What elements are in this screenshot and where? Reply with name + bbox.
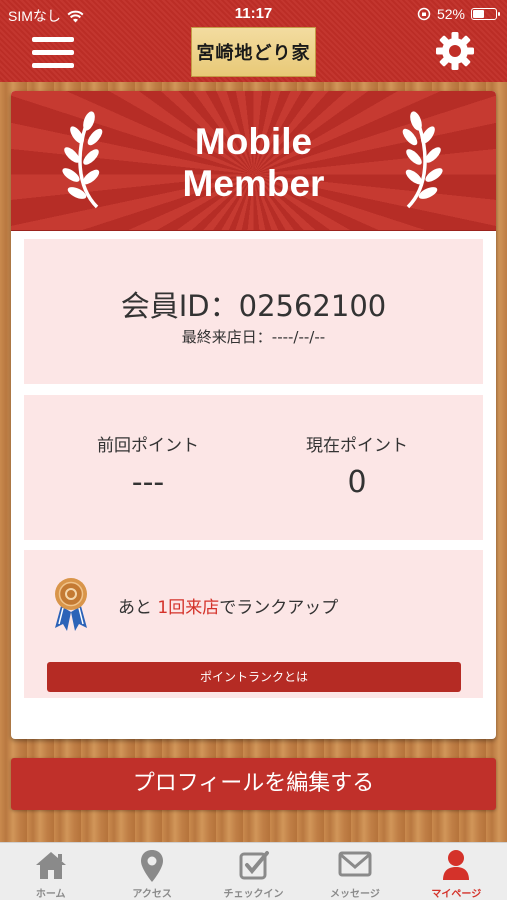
tab-home[interactable]: ホーム	[0, 843, 101, 900]
previous-points-value: ---	[131, 465, 165, 500]
rank-suffix: でランクアップ	[219, 598, 339, 618]
status-bar: SIMなし 11:17 52%	[0, 0, 507, 28]
app-header: SIMなし 11:17 52% 宮崎地どり家	[0, 0, 507, 82]
rank-prefix: あと	[118, 598, 152, 618]
member-id: 会員ID：02562100	[120, 289, 387, 323]
gear-icon[interactable]	[434, 30, 476, 72]
mail-icon	[338, 851, 372, 877]
status-right: 52%	[417, 6, 500, 22]
member-card: Mobile Member 会員ID：02562100 最終来店日：----/-…	[11, 91, 496, 739]
tab-message[interactable]: メッセージ	[304, 843, 405, 900]
points-section: 前回ポイント --- 現在ポイント 0	[24, 395, 483, 540]
edit-profile-button[interactable]: プロフィールを編集する	[11, 758, 496, 810]
tab-mypage-label: マイページ	[431, 889, 482, 900]
logo: 宮崎地どり家	[191, 27, 316, 77]
laurel-right-icon	[402, 111, 443, 209]
person-icon	[443, 850, 470, 880]
tab-mypage[interactable]: マイページ	[406, 843, 507, 900]
battery-percent: 52%	[436, 6, 465, 22]
rank-highlight: 1回来店	[157, 598, 220, 618]
checkin-icon	[239, 851, 269, 880]
member-banner: Mobile Member	[11, 91, 496, 231]
tab-checkin-label: チェックイン	[223, 889, 284, 900]
map-pin-icon	[141, 850, 164, 882]
last-visit-date: 最終来店日：----/--/--	[181, 328, 326, 346]
current-points-value: 0	[347, 465, 367, 500]
current-points-label: 現在ポイント	[306, 436, 408, 456]
tab-checkin[interactable]: チェックイン	[203, 843, 304, 900]
rank-section: あと 1回来店でランクアップ ポイントランクとは	[24, 550, 483, 698]
rank-up-message: あと 1回来店でランクアップ	[118, 593, 338, 618]
tab-home-label: ホーム	[35, 889, 66, 900]
tab-access-label: アクセス	[132, 889, 172, 900]
home-icon	[35, 852, 66, 879]
tab-message-label: メッセージ	[330, 889, 380, 900]
battery-icon	[471, 8, 500, 20]
medal-icon	[55, 578, 87, 631]
tab-access[interactable]: アクセス	[101, 843, 202, 900]
battery-fill	[473, 10, 484, 18]
point-rank-button[interactable]: ポイントランクとは	[47, 662, 461, 692]
hamburger-icon[interactable]	[32, 37, 74, 69]
orientation-lock-icon	[417, 7, 431, 21]
tab-bar: ホーム アクセス チェックイン メッセージ マイページ	[0, 842, 507, 900]
member-id-section: 会員ID：02562100 最終来店日：----/--/--	[24, 239, 483, 384]
previous-points-label: 前回ポイント	[97, 436, 199, 456]
